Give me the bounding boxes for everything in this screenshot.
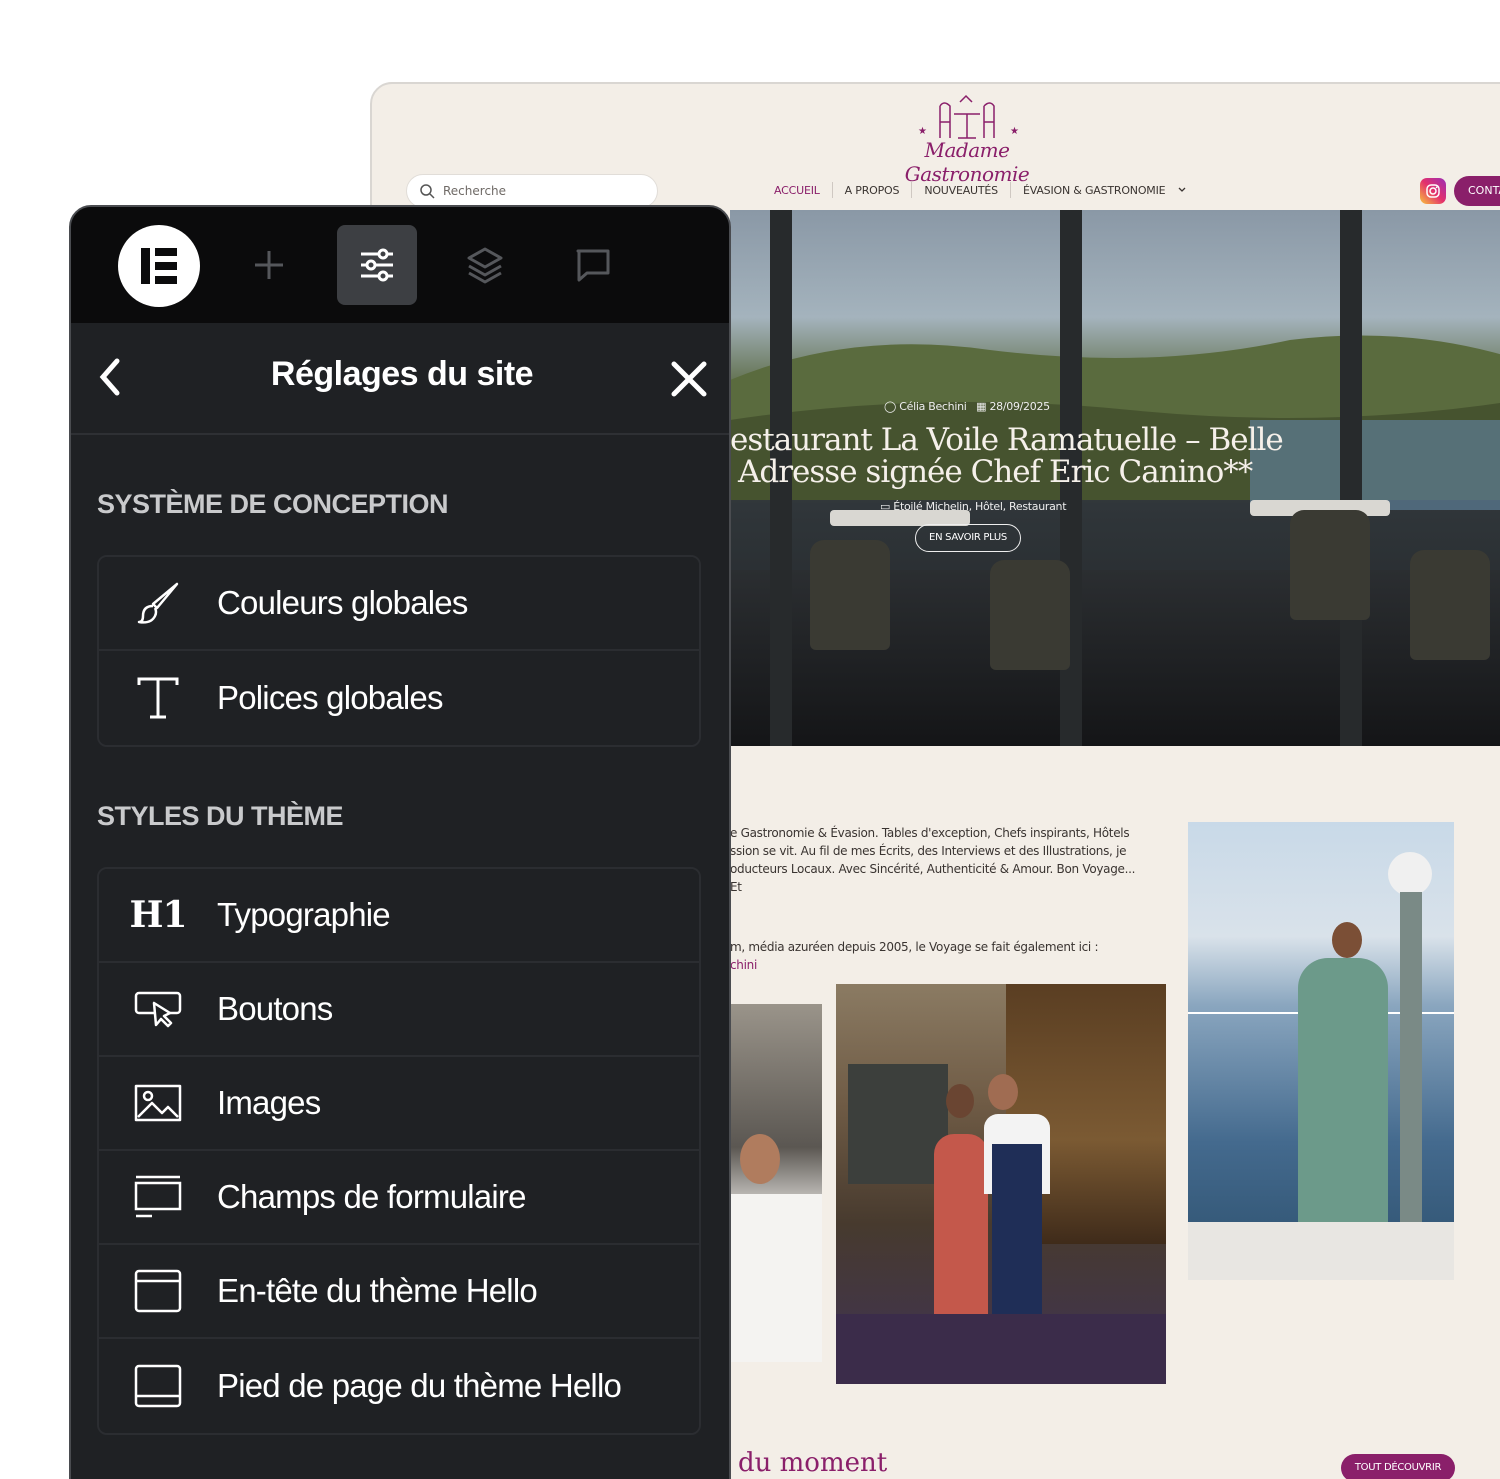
panel-header: Réglages du site xyxy=(71,323,729,435)
menu-item-label: Champs de formulaire xyxy=(217,1178,526,1215)
close-icon[interactable] xyxy=(669,359,709,399)
hero-chair xyxy=(1410,550,1490,660)
menu-item-label: En-tête du thème Hello xyxy=(217,1272,538,1309)
footer-icon xyxy=(99,1339,217,1433)
hero-title[interactable]: estaurant La Voile Ramatuelle – Belle Ad… xyxy=(730,424,1290,488)
site-search-bar[interactable]: Recherche xyxy=(406,174,658,208)
menu-item-typography[interactable]: H1 Typographie xyxy=(99,869,699,963)
hero-categories: ▭ Étoilé Michelin, Hôtel, Restaurant xyxy=(880,500,1067,513)
section-title: du moment xyxy=(738,1448,888,1478)
photo-couple xyxy=(836,984,1166,1384)
form-field-icon xyxy=(99,1150,217,1244)
theme-styles-group: H1 Typographie Boutons Images Champs de … xyxy=(97,867,701,1435)
site-logo[interactable]: Madame Gastronomie xyxy=(872,138,1062,186)
hero-chair xyxy=(1290,510,1370,620)
svg-text:★: ★ xyxy=(918,126,927,137)
menu-item-buttons[interactable]: Boutons xyxy=(99,963,699,1057)
elementor-panel: Réglages du site SYSTÈME DE CONCEPTION C… xyxy=(69,205,731,1479)
svg-text:★: ★ xyxy=(1010,126,1019,137)
menu-item-label: Polices globales xyxy=(217,679,443,716)
hero-window-frame xyxy=(1340,210,1362,746)
contact-button[interactable]: CONTA xyxy=(1454,176,1500,206)
folder-icon: ▭ xyxy=(880,500,891,513)
search-icon xyxy=(420,184,435,199)
nav-item-evasion[interactable]: ÉVASION & GASTRONOMIE xyxy=(1011,184,1177,197)
about-line: m, média azuréen depuis 2005, le Voyage … xyxy=(730,940,1099,954)
font-icon xyxy=(99,651,217,745)
site-settings-icon[interactable] xyxy=(337,225,417,305)
site-nav: ACCUEIL A PROPOS NOUVEAUTÉS ÉVASION & GA… xyxy=(762,182,1187,198)
nav-item-a-propos[interactable]: A PROPOS xyxy=(833,184,912,197)
calendar-icon: ▦ xyxy=(976,400,987,413)
user-icon: ◯ xyxy=(884,400,897,413)
hero-author[interactable]: Célia Bechini xyxy=(899,400,967,413)
menu-item-label: Couleurs globales xyxy=(217,584,468,621)
panel-title: Réglages du site xyxy=(270,355,534,393)
menu-item-form-fields[interactable]: Champs de formulaire xyxy=(99,1151,699,1245)
menu-item-theme-header[interactable]: En-tête du thème Hello xyxy=(99,1245,699,1339)
menu-item-label: Images xyxy=(217,1084,321,1121)
button-icon xyxy=(99,962,217,1056)
menu-item-label: Boutons xyxy=(217,990,333,1027)
panel-toolbar xyxy=(71,207,729,323)
menu-item-global-fonts[interactable]: Polices globales xyxy=(99,651,699,745)
chevron-down-icon[interactable] xyxy=(1177,185,1187,195)
about-link[interactable]: chini xyxy=(730,956,1150,974)
elementor-logo[interactable] xyxy=(118,225,200,307)
hero-title-line: estaurant La Voile Ramatuelle – Belle xyxy=(730,422,1284,458)
menu-item-theme-footer[interactable]: Pied de page du thème Hello xyxy=(99,1339,699,1433)
discover-all-button[interactable]: TOUT DÉCOUVRIR xyxy=(1341,1454,1455,1479)
about-line: ssion se vit. Au fil de mes Écrits, des … xyxy=(730,844,1127,858)
comments-icon[interactable] xyxy=(553,225,633,305)
hero-title-line: Adresse signée Chef Eric Canino** xyxy=(738,454,1253,490)
section-label-design-system: SYSTÈME DE CONCEPTION xyxy=(97,489,449,519)
menu-item-label: Pied de page du thème Hello xyxy=(217,1367,622,1404)
menu-item-label: Typographie xyxy=(217,896,391,933)
hero-read-more-button[interactable]: EN SAVOIR PLUS xyxy=(915,524,1021,552)
hero-chair xyxy=(990,560,1070,670)
about-line: e Gastronomie & Évasion. Tables d'except… xyxy=(730,826,1130,840)
h1-icon: H1 xyxy=(99,869,217,962)
instagram-icon[interactable] xyxy=(1420,178,1446,204)
menu-item-global-colors[interactable]: Couleurs globales xyxy=(99,557,699,651)
nav-item-nouveautes[interactable]: NOUVEAUTÉS xyxy=(912,184,1010,197)
menu-item-images[interactable]: Images xyxy=(99,1057,699,1151)
about-secondary-text: m, média azuréen depuis 2005, le Voyage … xyxy=(730,938,1150,974)
site-search-placeholder: Recherche xyxy=(443,184,507,198)
about-line: oducteurs Locaux. Avec Sincérité, Authen… xyxy=(730,862,1136,894)
hero-date: 28/09/2025 xyxy=(989,400,1050,413)
about-text: e Gastronomie & Évasion. Tables d'except… xyxy=(730,824,1150,896)
hero-meta: ◯ Célia Bechini ▦ 28/09/2025 xyxy=(884,400,1050,413)
photo-chef xyxy=(730,1004,822,1362)
hero-chair xyxy=(810,540,890,650)
header-icon xyxy=(99,1244,217,1338)
add-icon[interactable] xyxy=(229,225,309,305)
h1-icon-text: H1 xyxy=(129,894,187,936)
nav-item-accueil[interactable]: ACCUEIL xyxy=(762,184,832,197)
hero-categories-text[interactable]: Étoilé Michelin, Hôtel, Restaurant xyxy=(893,500,1066,513)
image-icon xyxy=(99,1056,217,1150)
brush-icon xyxy=(99,557,217,650)
section-label-theme-styles: STYLES DU THÈME xyxy=(97,801,344,831)
photo-woman-balcony xyxy=(1188,822,1454,1280)
design-system-group: Couleurs globales Polices globales xyxy=(97,555,701,747)
layers-icon[interactable] xyxy=(445,225,525,305)
